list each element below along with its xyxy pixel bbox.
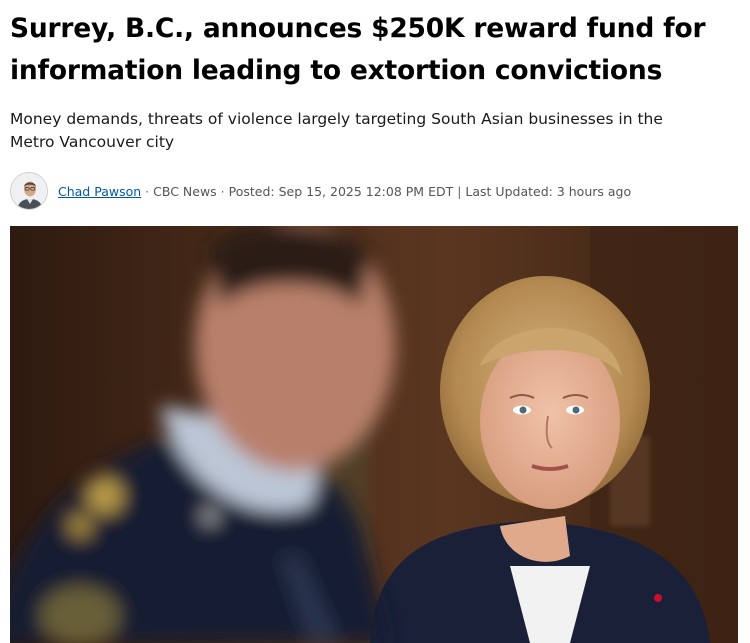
news-photo-icon [10, 226, 738, 643]
deck-line-2: Metro Vancouver city [10, 133, 175, 151]
author-avatar[interactable] [10, 172, 48, 210]
posted-timestamp: Posted: Sep 15, 2025 12:08 PM EDT [228, 183, 454, 199]
outlet-name: CBC News [153, 183, 217, 199]
deck-line-1: Money demands, threats of violence large… [10, 110, 663, 128]
byline-separator: · [220, 183, 225, 199]
author-link[interactable]: Chad Pawson [58, 184, 141, 199]
byline-meta: Chad Pawson · CBC News · Posted: Sep 15,… [58, 184, 631, 199]
article-deck: Money demands, threats of violence large… [10, 108, 740, 154]
byline-separator: | [457, 183, 462, 199]
byline-separator: · [145, 183, 150, 199]
author-avatar-icon [11, 173, 47, 209]
article-headline: Surrey, B.C., announces $250K reward fun… [10, 8, 745, 92]
lead-photo [10, 226, 738, 643]
headline-line-1: Surrey, B.C., announces $250K reward fun… [10, 13, 706, 44]
headline-line-2: information leading to extortion convict… [10, 55, 663, 86]
updated-timestamp: Last Updated: 3 hours ago [465, 183, 632, 199]
byline: Chad Pawson · CBC News · Posted: Sep 15,… [10, 171, 745, 211]
